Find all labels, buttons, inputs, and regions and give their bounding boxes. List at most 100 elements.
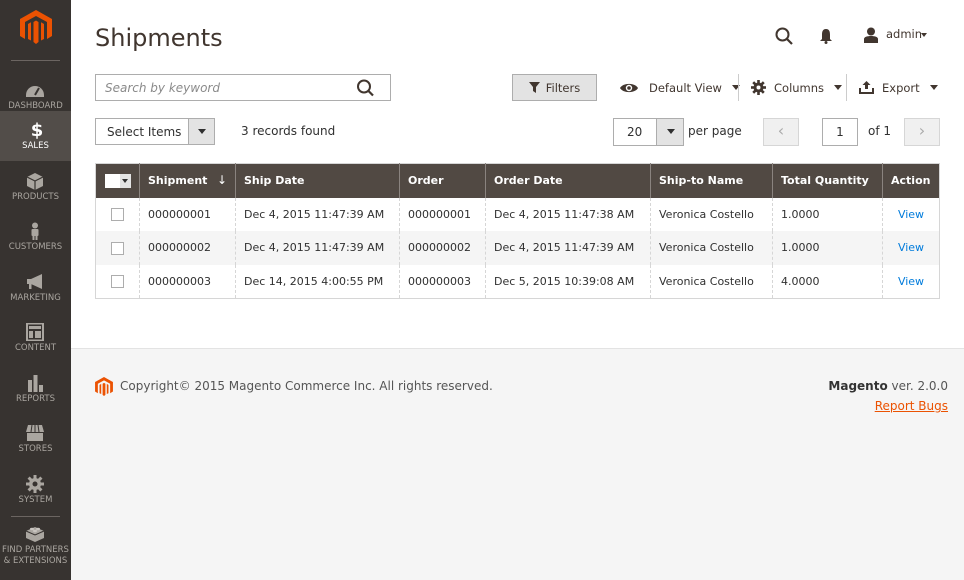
view-link[interactable]: View	[898, 208, 924, 221]
column-header-ship-date[interactable]: Ship Date	[235, 163, 400, 198]
cell-ship-date: Dec 4, 2015 11:47:39 AM	[235, 197, 400, 231]
sidebar-item-label: SYSTEM	[18, 495, 53, 505]
sidebar-item-customers[interactable]: CUSTOMERS	[0, 212, 71, 262]
sidebar-item-label: FIND PARTNERS & EXTENSIONS	[0, 545, 71, 567]
per-page-select[interactable]: 20	[613, 118, 684, 146]
sidebar-item-sales[interactable]: $ SALES	[0, 111, 71, 161]
sidebar-item-label: DASHBOARD	[8, 101, 63, 111]
cell-order: 000000001	[399, 197, 486, 231]
default-view-label: Default View	[649, 80, 722, 95]
column-header-order[interactable]: Order	[399, 163, 486, 198]
sidebar-item-label: MARKETING	[10, 293, 61, 303]
mass-select-header[interactable]	[95, 163, 140, 198]
column-header-ship-to-name[interactable]: Ship-to Name	[650, 163, 773, 198]
sidebar-item-products[interactable]: PRODUCTS	[0, 162, 71, 212]
cell-total-quantity: 1.0000	[772, 231, 883, 265]
lego-brick-icon	[25, 527, 45, 542]
column-header-order-date[interactable]: Order Date	[485, 163, 651, 198]
global-search-icon[interactable]	[775, 27, 793, 45]
sidebar-item-reports[interactable]: REPORTS	[0, 364, 71, 414]
columns-label: Columns	[774, 80, 825, 95]
column-header-label: Ship-to Name	[659, 174, 744, 188]
per-page-toggle[interactable]	[656, 119, 683, 145]
mass-action-toggle[interactable]	[188, 119, 214, 144]
person-icon	[31, 222, 39, 240]
column-header-label: Total Quantity	[781, 174, 869, 188]
sidebar-item-label: CUSTOMERS	[8, 242, 63, 252]
box-icon	[26, 173, 44, 190]
version-number: ver. 2.0.0	[887, 379, 948, 393]
sidebar-item-content[interactable]: CONTENT	[0, 313, 71, 363]
column-header-action: Action	[882, 163, 940, 198]
export-dropdown[interactable]: Export	[859, 74, 938, 101]
sidebar-item-marketing[interactable]: MARKETING	[0, 263, 71, 313]
sidebar-item-find-partners[interactable]: FIND PARTNERS & EXTENSIONS	[0, 520, 71, 580]
column-header-label: Shipment	[148, 174, 208, 188]
report-bugs-link[interactable]: Report Bugs	[875, 399, 948, 413]
cell-ship-date: Dec 14, 2015 4:00:55 PM	[235, 264, 400, 298]
cell-ship-date: Dec 4, 2015 11:47:39 AM	[235, 231, 400, 265]
sidebar-item-label-line1: FIND PARTNERS	[2, 545, 69, 555]
mass-action-label: Select Items	[107, 125, 182, 139]
previous-page-button[interactable]: ‹	[763, 118, 799, 146]
brand-name: Magento	[828, 379, 888, 393]
sort-descending-icon: ↓	[216, 173, 227, 187]
search-icon[interactable]	[356, 79, 376, 97]
sidebar-item-system[interactable]: SYSTEM	[0, 465, 71, 515]
default-view-dropdown[interactable]: Default View	[619, 74, 740, 101]
mass-select-checkbox[interactable]	[105, 173, 131, 188]
row-checkbox[interactable]	[111, 241, 124, 255]
sidebar-divider	[11, 516, 60, 517]
chevron-down-icon	[929, 85, 938, 90]
cell-shipment: 000000003	[139, 264, 236, 298]
cell-order-date: Dec 4, 2015 11:47:39 AM	[485, 231, 651, 265]
view-link[interactable]: View	[898, 241, 924, 254]
cell-total-quantity: 1.0000	[772, 197, 883, 231]
row-checkbox[interactable]	[111, 208, 124, 221]
view-link[interactable]: View	[898, 275, 924, 288]
toolbar-divider	[846, 74, 847, 101]
chevron-down-icon	[667, 129, 675, 134]
filters-button[interactable]: Filters	[512, 74, 597, 101]
filters-label: Filters	[545, 80, 581, 95]
sidebar-item-label: PRODUCTS	[11, 192, 59, 202]
columns-dropdown[interactable]: Columns	[751, 74, 843, 101]
column-header-shipment[interactable]: Shipment ↓	[139, 163, 236, 198]
chevron-down-icon	[921, 33, 927, 37]
cell-ship-to-name: Veronica Costello	[650, 231, 773, 265]
row-checkbox[interactable]	[111, 274, 124, 288]
column-header-total-quantity[interactable]: Total Quantity	[772, 163, 883, 198]
table-header-row: Shipment ↓ Ship Date Order Order Date Shi…	[95, 163, 940, 198]
user-icon	[864, 27, 878, 43]
cell-shipment: 000000001	[139, 197, 236, 231]
magento-footer-logo	[95, 377, 113, 396]
funnel-icon	[528, 82, 540, 93]
sidebar-item-stores[interactable]: STORES	[0, 414, 71, 464]
records-found-count: 3 records found	[241, 124, 336, 138]
page-title: Shipments	[95, 24, 223, 52]
export-upload-icon	[859, 81, 874, 94]
chevron-down-icon	[834, 85, 843, 90]
mass-action-select[interactable]: Select Items	[95, 118, 215, 145]
table-row: 000000003 Dec 14, 2015 4:00:55 PM 000000…	[96, 264, 940, 298]
bar-chart-icon	[28, 375, 43, 392]
current-page-input[interactable]: 1	[822, 118, 858, 146]
notifications-bell-icon[interactable]	[819, 28, 833, 44]
admin-sidebar: DASHBOARD $ SALES PRODUCTS CUSTOMERS MAR…	[0, 0, 71, 580]
cell-ship-to-name: Veronica Costello	[650, 197, 773, 231]
sidebar-item-label-line2: & EXTENSIONS	[3, 556, 68, 566]
toolbar-divider	[738, 74, 739, 101]
cell-ship-to-name: Veronica Costello	[650, 264, 773, 298]
eye-icon	[620, 83, 638, 92]
total-pages-label: of 1	[868, 124, 892, 138]
sidebar-item-label: SALES	[22, 141, 49, 151]
cell-order: 000000003	[399, 264, 486, 298]
cell-order-date: Dec 4, 2015 11:47:38 AM	[485, 197, 651, 231]
gear-icon	[26, 475, 44, 493]
column-header-label: Action	[891, 174, 931, 188]
next-page-button[interactable]: ›	[904, 118, 940, 146]
keyword-search	[95, 74, 391, 101]
version-info: Magento ver. 2.0.0	[828, 379, 948, 393]
search-input[interactable]	[96, 75, 346, 100]
magento-logo[interactable]	[20, 10, 52, 44]
